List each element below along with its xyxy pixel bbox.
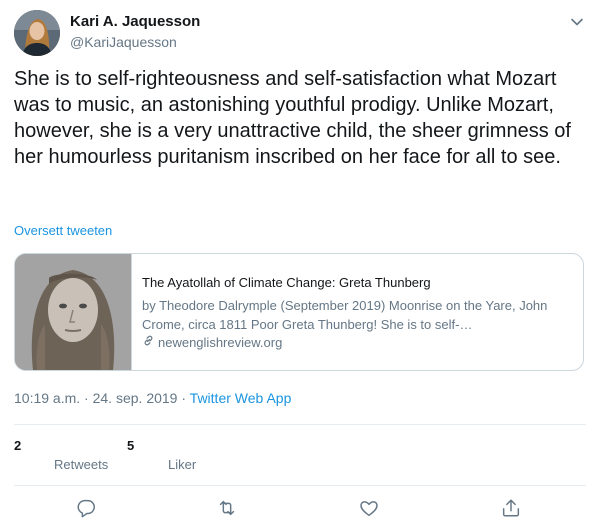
card-domain: newenglishreview.org — [142, 334, 572, 350]
tweet-date[interactable]: 24. sep. 2019 — [93, 390, 178, 406]
card-description: by Theodore Dalrymple (September 2019) M… — [142, 298, 548, 332]
divider — [14, 424, 586, 425]
link-card[interactable]: The Ayatollah of Climate Change: Greta T… — [14, 253, 584, 371]
source-app-link[interactable]: Twitter Web App — [190, 390, 292, 406]
avatar[interactable] — [14, 10, 60, 56]
retweets-label[interactable]: Retweets — [54, 457, 108, 472]
chevron-down-icon[interactable] — [567, 12, 587, 32]
tweet-text: She is to self-righteousness and self-sa… — [14, 68, 571, 168]
likes-count[interactable]: 5 — [127, 438, 134, 453]
meta-separator: · — [80, 390, 93, 406]
likes-label[interactable]: Liker — [168, 457, 196, 472]
translate-link[interactable]: Oversett tweeten — [14, 223, 112, 238]
heart-icon[interactable] — [358, 497, 382, 521]
card-image — [15, 254, 132, 370]
card-title: The Ayatollah of Climate Change: Greta T… — [142, 275, 431, 290]
tweet: Kari A. Jaquesson @KariJaquesson She is … — [0, 0, 598, 532]
share-icon[interactable] — [500, 497, 524, 521]
card-body: The Ayatollah of Climate Change: Greta T… — [142, 275, 572, 350]
retweets-count[interactable]: 2 — [14, 438, 21, 453]
tweet-time[interactable]: 10:19 a.m. — [14, 390, 80, 406]
divider — [14, 485, 586, 486]
reply-icon[interactable] — [75, 497, 99, 521]
author-name[interactable]: Kari A. Jaquesson — [70, 13, 200, 30]
retweet-icon[interactable] — [216, 497, 240, 521]
author-handle[interactable]: @KariJaquesson — [70, 34, 177, 50]
link-icon — [142, 334, 155, 350]
meta-separator-2: · — [177, 390, 190, 406]
tweet-meta: 10:19 a.m. · 24. sep. 2019 · Twitter Web… — [14, 390, 291, 406]
card-domain-text: newenglishreview.org — [158, 334, 283, 350]
